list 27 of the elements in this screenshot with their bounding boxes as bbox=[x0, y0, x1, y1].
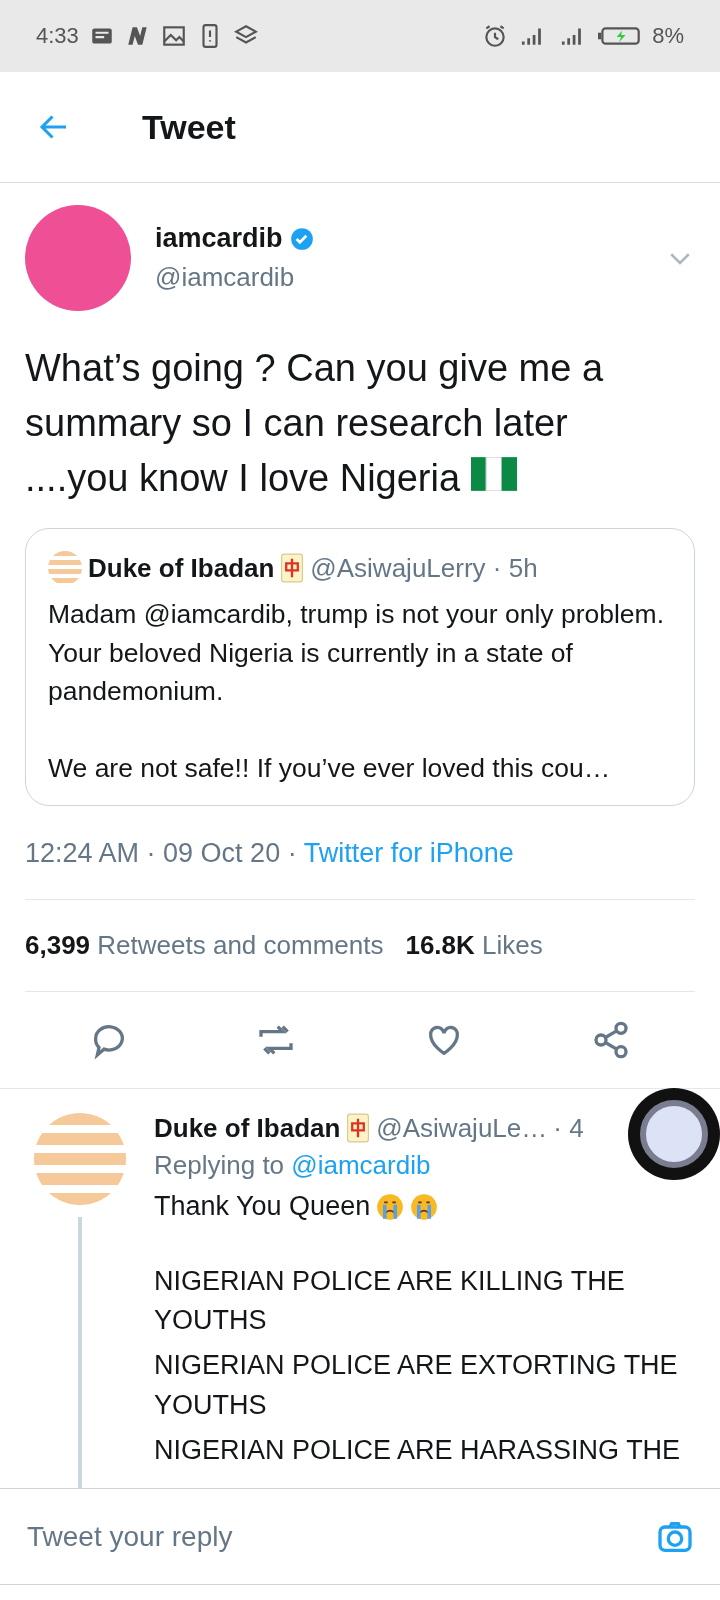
reply-text: NIGERIAN POLICE ARE EXTORTING THE YOUTHS bbox=[154, 1349, 679, 1422]
user-handle: @iamcardib bbox=[155, 262, 296, 293]
tweet-text: What’s going ? Can you give me a summary so I can research later ....you know I love Nigeria bbox=[25, 346, 605, 502]
user-name: Duke of Ibadan bbox=[88, 552, 275, 584]
stat-text[interactable]: 6,399 Retweets and comments bbox=[25, 929, 384, 961]
stat-text[interactable]: 16.8K Likes bbox=[405, 929, 543, 961]
tile-icon bbox=[280, 553, 305, 584]
crying-face-icon bbox=[410, 1192, 439, 1221]
battery-level: 8% bbox=[652, 23, 684, 49]
timestamp: 12:24 AM · 09 Oct 20 · bbox=[25, 837, 298, 868]
user-name[interactable]: Duke of Ibadan bbox=[154, 1112, 341, 1144]
quoted-tweet-text: We are not safe!! If you’ve ever loved this cou… bbox=[48, 751, 612, 785]
flag-icon bbox=[470, 457, 517, 492]
image-icon bbox=[160, 23, 187, 49]
tile-icon bbox=[346, 1113, 371, 1144]
user-name[interactable]: iamcardib bbox=[155, 223, 283, 254]
reply-text: Thank You Queen bbox=[154, 1189, 371, 1223]
quoted-tweet-card[interactable]: Duke of Ibadan @AsiwajuLerry · 5h Madam @iamcardib, trump is not your only problem. Your beloved Nigeria is currently in a state of pandemonium. We are not safe!! If you’ve ever loved this cou… bbox=[25, 528, 695, 806]
user-handle: @AsiwajuLerry · 5h bbox=[310, 552, 538, 584]
reply-text: NIGERIAN POLICE ARE HARASSING THE bbox=[154, 1433, 682, 1467]
reply-time: · 4 bbox=[553, 1112, 584, 1144]
clock-time: 4:33 bbox=[36, 23, 79, 49]
reply-text: NIGERIAN POLICE ARE KILLING THE YOUTHS bbox=[154, 1265, 626, 1338]
quoted-tweet-text: Madam @iamcardib, trump is not your only problem. Your beloved Nigeria is currently in a state of pandemonium. bbox=[48, 598, 666, 709]
user-handle: @AsiwajuLe… bbox=[376, 1112, 548, 1144]
page-title: Tweet bbox=[142, 107, 236, 147]
crying-face-icon bbox=[376, 1192, 405, 1221]
